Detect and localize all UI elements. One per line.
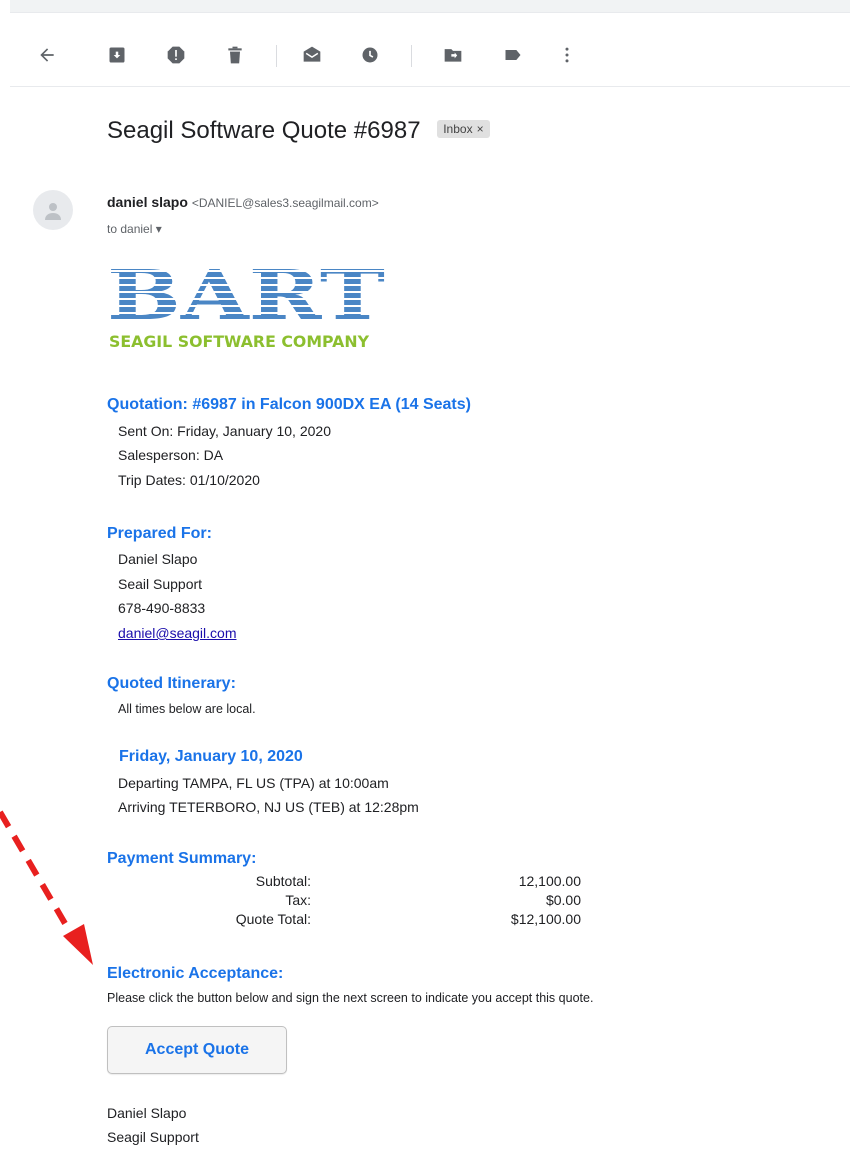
prepared-for-phone: 678-490-8833: [118, 600, 206, 616]
sent-on: Sent On: Friday, January 10, 2020: [118, 423, 331, 439]
snooze-icon[interactable]: [358, 43, 382, 67]
email-subject: Seagil Software Quote #6987 Inbox ×: [107, 117, 490, 145]
departing-line: Departing TAMPA, FL US (TPA) at 10:00am: [118, 775, 389, 791]
label-icon[interactable]: [501, 43, 525, 67]
remove-label-icon[interactable]: ×: [477, 122, 484, 136]
payment-summary-table: Subtotal: 12,100.00 Tax: $0.00 Quote Tot…: [107, 873, 587, 930]
salesperson: Salesperson: DA: [118, 447, 224, 463]
recipient-text: to daniel: [107, 222, 153, 236]
message-toolbar: [0, 33, 850, 81]
payment-value: $12,100.00: [510, 911, 581, 927]
payment-value: 12,100.00: [518, 873, 581, 889]
move-to-icon[interactable]: [441, 43, 465, 67]
person-icon: [45, 203, 61, 220]
payment-row: Quote Total: $12,100.00: [107, 911, 587, 930]
inbox-label-text: Inbox: [443, 121, 473, 136]
toolbar-divider: [276, 45, 277, 67]
bart-logo: BART SEAGIL SOFTWARE COMPANY: [107, 256, 387, 351]
payment-label: Subtotal:: [255, 873, 311, 889]
payment-value: $0.00: [545, 892, 581, 908]
inbox-label-badge[interactable]: Inbox ×: [437, 119, 490, 138]
avatar[interactable]: [33, 190, 73, 230]
sender-email: <DANIEL@sales3.seagilmail.com>: [191, 196, 379, 210]
prepared-for-email-link[interactable]: daniel@seagil.com: [118, 625, 237, 641]
acceptance-instructions: Please click the button below and sign t…: [107, 991, 594, 1005]
payment-label: Quote Total:: [235, 911, 311, 927]
top-bar: [10, 0, 850, 13]
sender-name[interactable]: daniel slapo: [107, 194, 188, 210]
arriving-line: Arriving TETERBORO, NJ US (TEB) at 12:28…: [118, 799, 419, 815]
logo-wordmark: BART: [107, 265, 385, 336]
payment-label: Tax:: [285, 892, 311, 908]
itinerary-note: All times below are local.: [118, 702, 256, 716]
prepared-for-company: Seail Support: [118, 576, 203, 592]
more-vert-icon[interactable]: [555, 43, 579, 67]
signature-name: Daniel Slapo: [107, 1105, 187, 1121]
signature-company: Seagil Support: [107, 1129, 199, 1145]
archive-icon[interactable]: [105, 43, 129, 67]
prepared-for-name: Daniel Slapo: [118, 551, 198, 567]
payment-summary-heading: Payment Summary:: [107, 850, 257, 867]
toolbar-divider: [411, 45, 412, 67]
back-arrow-icon[interactable]: [35, 43, 59, 67]
trip-dates: Trip Dates: 01/10/2020: [118, 472, 260, 488]
annotation-arrow: [0, 810, 93, 965]
accept-quote-button[interactable]: Accept Quote: [107, 1026, 287, 1074]
sender-line: daniel slapo <DANIEL@sales3.seagilmail.c…: [107, 194, 379, 210]
delete-icon[interactable]: [223, 43, 247, 67]
payment-row: Subtotal: 12,100.00: [107, 873, 587, 892]
mark-unread-icon[interactable]: [300, 43, 324, 67]
recipient-details[interactable]: to daniel ▾: [107, 222, 162, 236]
itinerary-date: Friday, January 10, 2020: [119, 748, 303, 765]
quotation-heading: Quotation: #6987 in Falcon 900DX EA (14 …: [107, 396, 471, 413]
chevron-down-icon[interactable]: ▾: [156, 222, 162, 236]
report-spam-icon[interactable]: [164, 43, 188, 67]
toolbar-divider-line: [10, 86, 850, 87]
itinerary-heading: Quoted Itinerary:: [107, 675, 236, 692]
payment-row: Tax: $0.00: [107, 892, 587, 911]
logo-tagline: SEAGIL SOFTWARE COMPANY: [109, 332, 369, 351]
electronic-acceptance-heading: Electronic Acceptance:: [107, 965, 284, 982]
subject-text: Seagil Software Quote #6987: [107, 117, 421, 144]
prepared-for-heading: Prepared For:: [107, 525, 212, 542]
